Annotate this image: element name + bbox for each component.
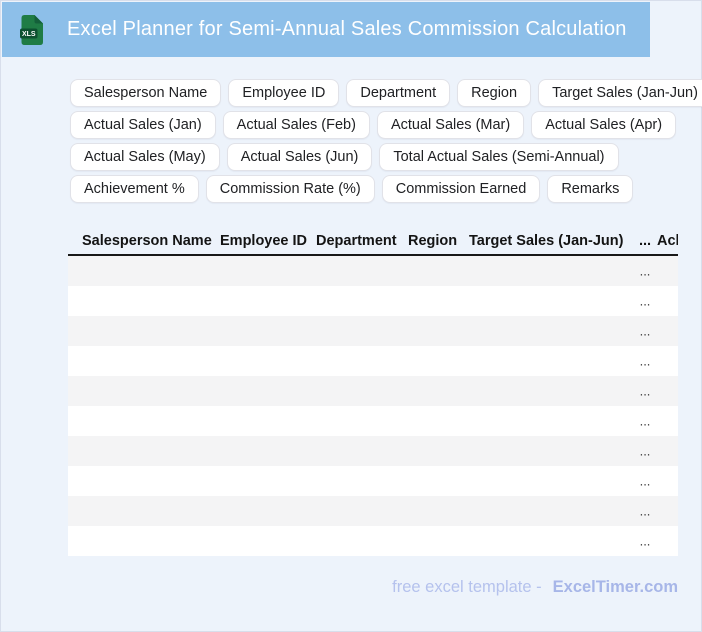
header-bar: XLS Excel Planner for Semi-Annual Sales …	[2, 2, 650, 57]
chip-row: Salesperson NameEmployee IDDepartmentReg…	[70, 79, 678, 107]
table-column-header: Target Sales (Jan-Jun)	[469, 233, 633, 249]
field-chip: Actual Sales (Apr)	[531, 111, 676, 139]
table-row: ...	[68, 286, 678, 316]
field-chips: Salesperson NameEmployee IDDepartmentReg…	[70, 79, 678, 203]
chip-row: Achievement %Commission Rate (%)Commissi…	[70, 175, 678, 203]
field-chip: Region	[457, 79, 531, 107]
field-chip: Remarks	[547, 175, 633, 203]
field-chip: Actual Sales (Jun)	[227, 143, 373, 171]
table-header-row: Salesperson NameEmployee IDDepartmentReg…	[68, 228, 678, 256]
table-column-header: ...	[633, 233, 657, 249]
row-ellipsis: ...	[633, 475, 657, 488]
row-ellipsis: ...	[633, 265, 657, 278]
footer-text: free excel template -	[392, 578, 541, 596]
table-body: ..............................	[68, 256, 678, 556]
page-title: Excel Planner for Semi-Annual Sales Comm…	[67, 18, 627, 41]
row-ellipsis: ...	[633, 535, 657, 548]
row-ellipsis: ...	[633, 325, 657, 338]
table-row: ...	[68, 496, 678, 526]
table-row: ...	[68, 346, 678, 376]
row-ellipsis: ...	[633, 505, 657, 518]
table-row: ...	[68, 406, 678, 436]
xls-file-icon: XLS	[20, 14, 44, 46]
table-column-header: Department	[316, 233, 408, 249]
table-row: ...	[68, 256, 678, 286]
table-row: ...	[68, 526, 678, 556]
table-row: ...	[68, 466, 678, 496]
field-chip: Salesperson Name	[70, 79, 221, 107]
chip-row: Actual Sales (May)Actual Sales (Jun)Tota…	[70, 143, 678, 171]
row-ellipsis: ...	[633, 355, 657, 368]
commission-table-wrap: Salesperson NameEmployee IDDepartmentReg…	[68, 228, 678, 556]
field-chip: Department	[346, 79, 450, 107]
commission-table: Salesperson NameEmployee IDDepartmentReg…	[68, 228, 678, 556]
row-ellipsis: ...	[633, 295, 657, 308]
field-chip: Achievement %	[70, 175, 199, 203]
field-chip: Actual Sales (Mar)	[377, 111, 524, 139]
footer: free excel template - ExcelTimer.com	[392, 578, 678, 597]
table-column-header: Employee ID	[220, 233, 316, 249]
table-row: ...	[68, 316, 678, 346]
table-column-header: Achievement %	[657, 233, 678, 249]
field-chip: Actual Sales (May)	[70, 143, 220, 171]
row-ellipsis: ...	[633, 415, 657, 428]
page: XLS Excel Planner for Semi-Annual Sales …	[0, 0, 702, 632]
field-chip: Commission Rate (%)	[206, 175, 375, 203]
row-ellipsis: ...	[633, 445, 657, 458]
chip-row: Actual Sales (Jan)Actual Sales (Feb)Actu…	[70, 111, 678, 139]
table-row: ...	[68, 436, 678, 466]
table-row: ...	[68, 376, 678, 406]
field-chip: Employee ID	[228, 79, 339, 107]
table-column-header: Region	[408, 233, 469, 249]
field-chip: Commission Earned	[382, 175, 541, 203]
row-ellipsis: ...	[633, 385, 657, 398]
field-chip: Actual Sales (Feb)	[223, 111, 370, 139]
xls-badge-label: XLS	[22, 31, 36, 38]
field-chip: Actual Sales (Jan)	[70, 111, 216, 139]
field-chip: Target Sales (Jan-Jun)	[538, 79, 702, 107]
field-chip: Total Actual Sales (Semi-Annual)	[379, 143, 618, 171]
table-column-header: Salesperson Name	[68, 233, 220, 249]
footer-brand-link[interactable]: ExcelTimer.com	[553, 578, 678, 596]
